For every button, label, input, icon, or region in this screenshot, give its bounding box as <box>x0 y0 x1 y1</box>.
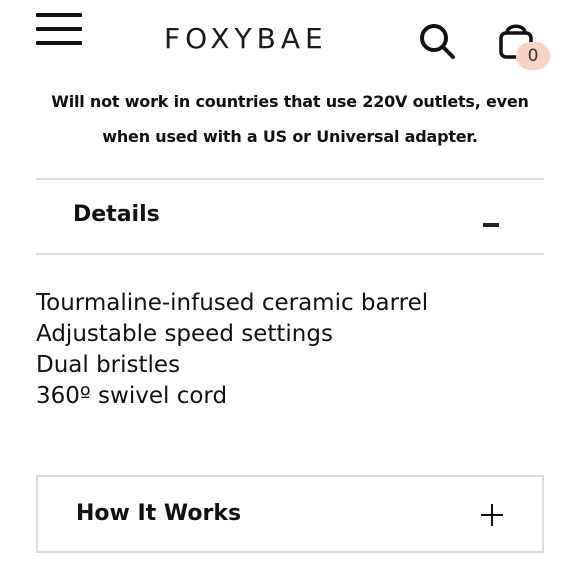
voltage-notice: Will not work in countries that use 220V… <box>20 84 560 154</box>
list-item: 360º swivel cord <box>36 383 228 409</box>
notice-line-2: when used with a US or Universal adapter… <box>102 127 478 146</box>
cart-count-badge: 0 <box>516 42 550 70</box>
details-accordion-header[interactable]: Details <box>36 180 544 253</box>
cart-button[interactable]: 0 <box>498 20 554 74</box>
list-item: Tourmaline-infused ceramic barrel <box>36 290 429 316</box>
brand-logo[interactable]: FOXYBAE <box>164 22 328 56</box>
details-list: Tourmaline-infused ceramic barrel Adjust… <box>36 288 428 412</box>
divider <box>36 253 544 255</box>
menu-bar <box>36 13 82 17</box>
how-it-works-accordion-header[interactable]: How It Works <box>36 475 544 553</box>
hamburger-menu-icon[interactable] <box>36 13 82 47</box>
menu-bar <box>36 41 82 45</box>
plus-icon[interactable] <box>481 504 503 526</box>
minus-icon[interactable] <box>483 223 499 227</box>
notice-line-1: Will not work in countries that use 220V… <box>51 92 529 111</box>
list-item: Adjustable speed settings <box>36 321 333 347</box>
menu-bar <box>36 27 82 31</box>
search-icon[interactable] <box>418 22 456 60</box>
details-title: Details <box>73 202 160 227</box>
how-it-works-title: How It Works <box>76 501 242 526</box>
list-item: Dual bristles <box>36 352 181 378</box>
